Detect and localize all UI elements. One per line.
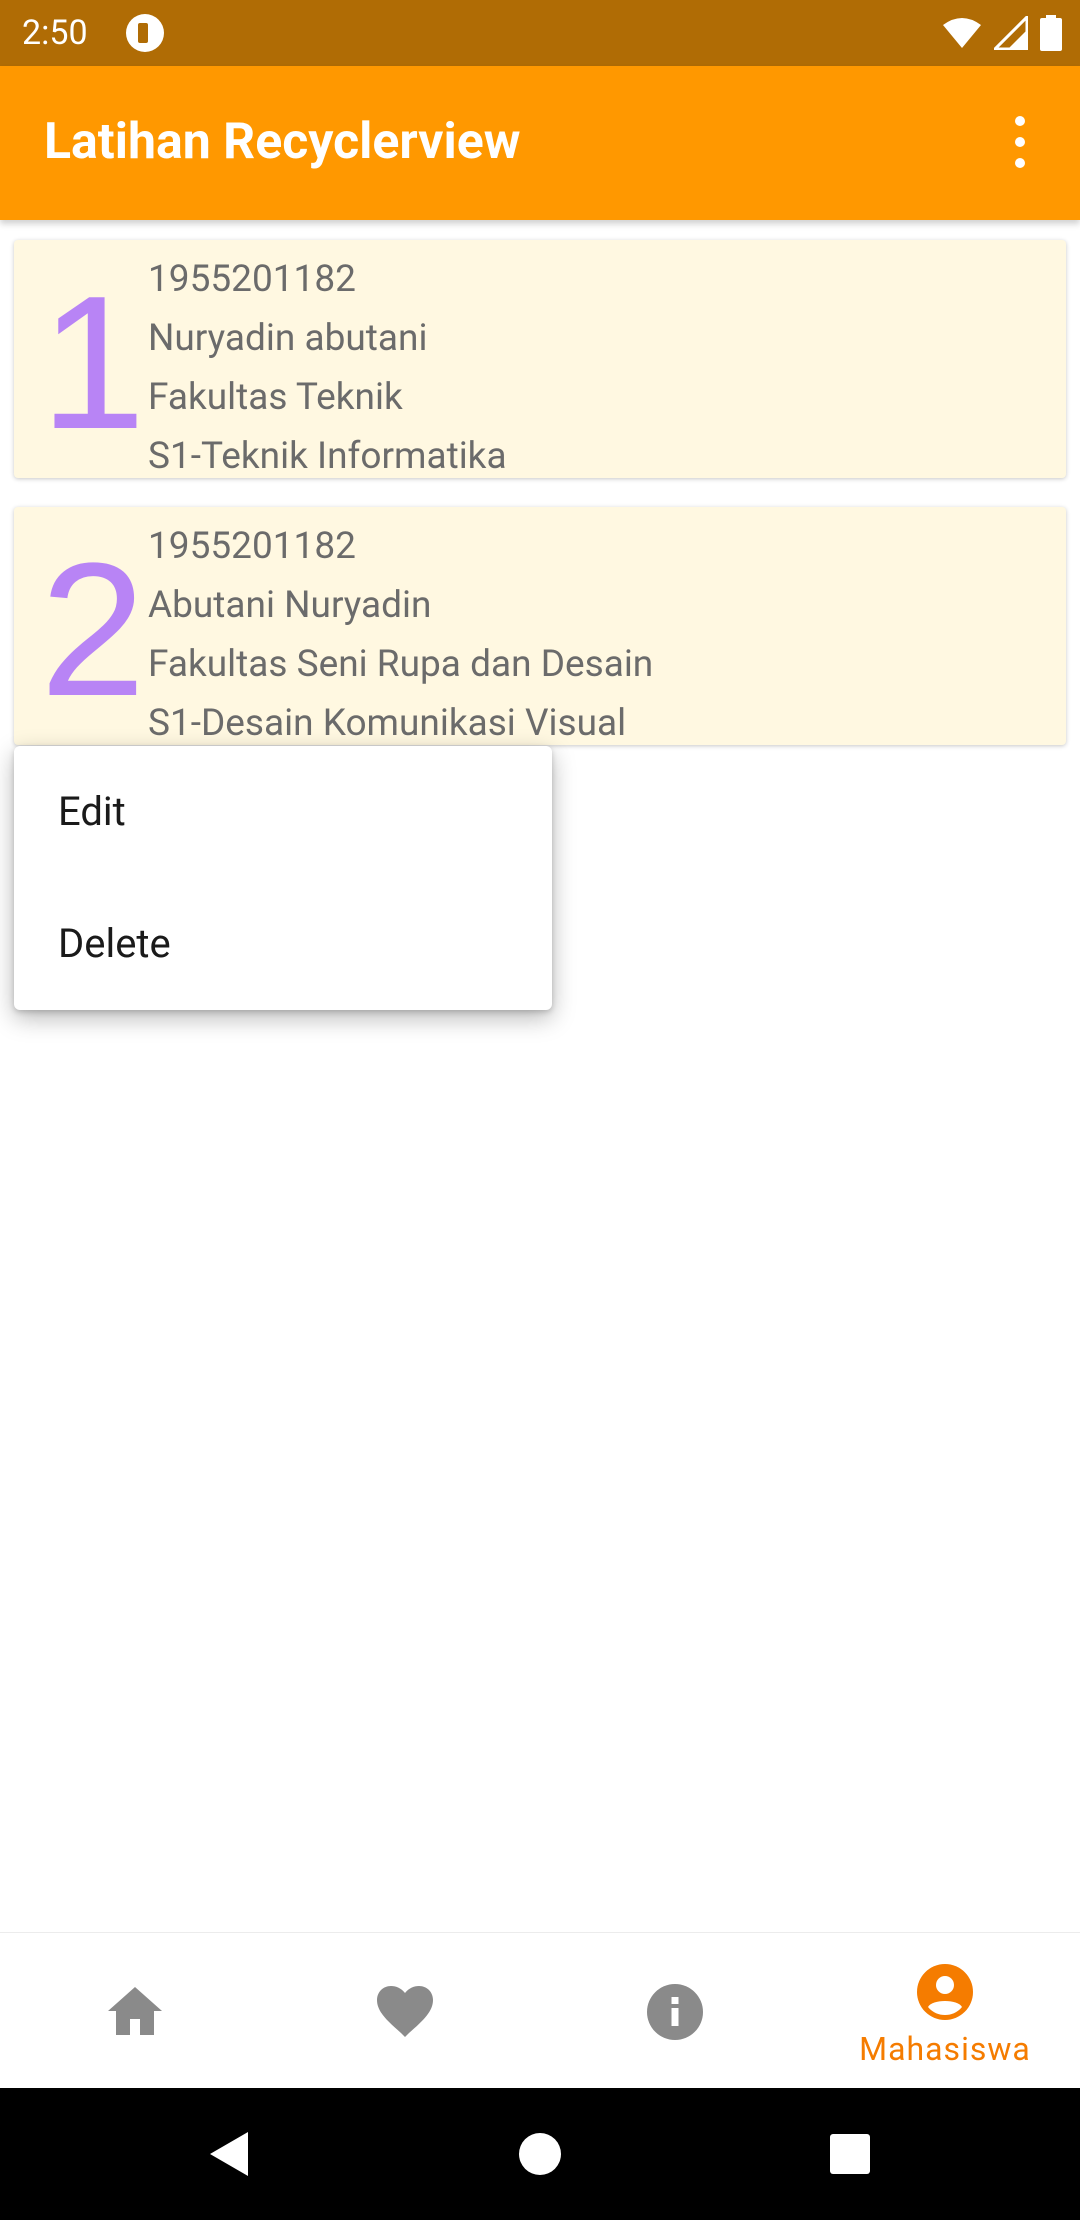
back-icon[interactable]	[204, 2126, 260, 2182]
menu-item-label: Edit	[58, 788, 126, 835]
more-vert-icon[interactable]	[990, 112, 1050, 172]
student-name: Nuryadin abutani	[148, 317, 428, 360]
student-number: 2	[40, 524, 146, 736]
student-faculty: Fakultas Teknik	[148, 376, 403, 419]
heart-icon	[377, 1986, 433, 2037]
menu-item-delete[interactable]: Delete	[14, 878, 552, 1010]
status-time: 2:50	[22, 13, 88, 53]
student-program: S1-Desain Komunikasi Visual	[148, 702, 627, 745]
status-icons	[942, 14, 1062, 52]
student-nim: 1955201182	[148, 258, 356, 301]
recents-icon[interactable]	[822, 2126, 878, 2182]
student-program: S1-Teknik Informatika	[148, 435, 507, 478]
home-button-icon[interactable]	[512, 2126, 568, 2182]
wifi-icon	[943, 18, 981, 48]
app-bar: Latihan Recyclerview	[0, 66, 1080, 220]
info-icon	[647, 1984, 703, 2040]
account-icon	[917, 1964, 973, 2020]
system-navigation-bar	[0, 2088, 1080, 2220]
battery-icon	[1040, 15, 1062, 51]
nav-item-favorite[interactable]	[270, 1933, 540, 2089]
home-icon	[108, 1987, 162, 2035]
nav-label-mahasiswa: Mahasiswa	[859, 2030, 1031, 2068]
signal-icon	[994, 16, 1028, 50]
context-popup-menu: Edit Delete	[14, 746, 552, 1010]
bottom-navigation: Mahasiswa	[0, 1932, 1080, 2088]
nav-item-home[interactable]	[0, 1933, 270, 2089]
student-name: Abutani Nuryadin	[148, 584, 432, 627]
student-number: 1	[40, 257, 146, 469]
app-notification-icon	[126, 14, 164, 52]
app-title: Latihan Recyclerview	[44, 113, 521, 171]
student-faculty: Fakultas Seni Rupa dan Desain	[148, 643, 654, 686]
menu-item-edit[interactable]: Edit	[14, 746, 552, 878]
student-nim: 1955201182	[148, 525, 356, 568]
menu-item-label: Delete	[58, 920, 171, 967]
student-card[interactable]: 1 1955201182 Nuryadin abutani Fakultas T…	[14, 240, 1066, 478]
status-bar: 2:50	[0, 0, 1080, 66]
student-card[interactable]: 2 1955201182 Abutani Nuryadin Fakultas S…	[14, 507, 1066, 745]
nav-item-mahasiswa[interactable]: Mahasiswa	[810, 1933, 1080, 2089]
nav-item-info[interactable]	[540, 1933, 810, 2089]
